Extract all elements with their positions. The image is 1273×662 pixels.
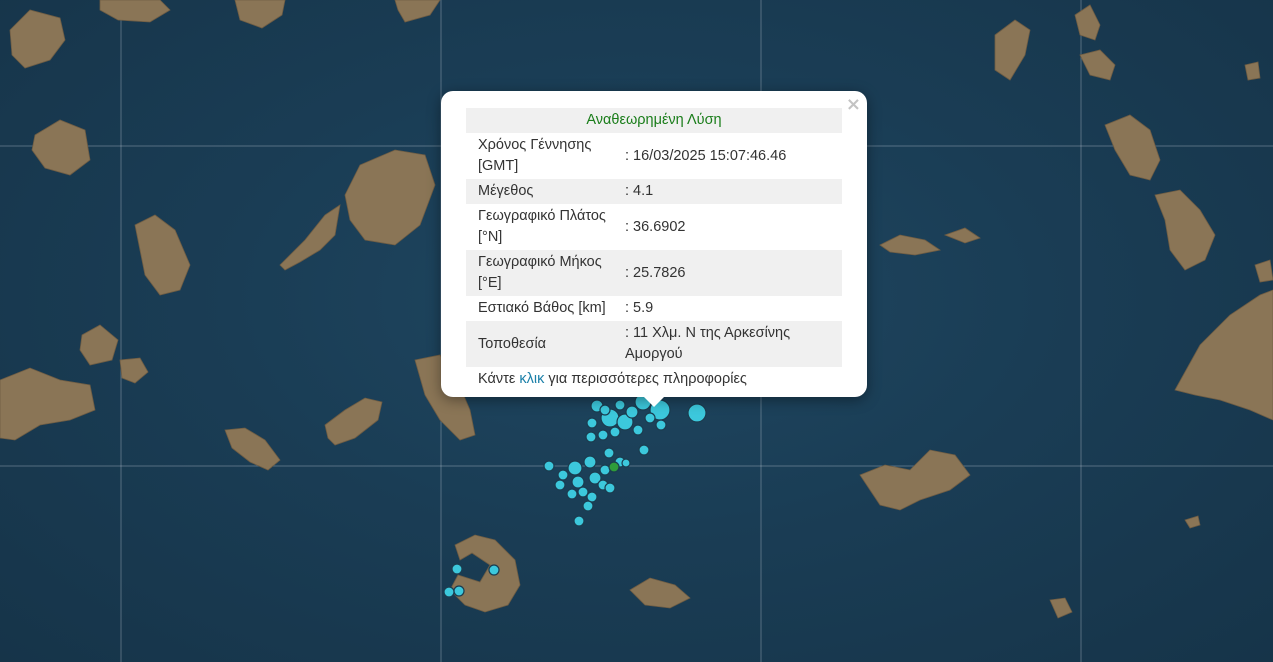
info-row-magnitude: Μέγεθος : 4.1 — [466, 179, 842, 204]
island — [31, 119, 91, 176]
earthquake-marker[interactable] — [599, 404, 611, 416]
earthquake-marker[interactable] — [554, 479, 566, 491]
earthquake-marker[interactable] — [655, 419, 667, 431]
earthquake-marker[interactable] — [557, 469, 569, 481]
island — [79, 324, 119, 366]
earthquake-marker[interactable] — [443, 586, 455, 598]
earthquake-marker[interactable] — [603, 447, 615, 459]
info-row-depth: Εστιακό Βάθος [km] : 5.9 — [466, 296, 842, 321]
island — [879, 234, 942, 256]
island — [1104, 114, 1161, 181]
earthquake-marker[interactable] — [583, 455, 597, 469]
row-value: : 25.7826 — [625, 250, 842, 296]
earthquake-marker[interactable] — [586, 417, 598, 429]
row-value: : 16/03/2025 15:07:46.46 — [625, 147, 787, 164]
earthquake-popup: × Αναθεωρημένη Λύση Χρόνος Γέννησης [GMT… — [441, 91, 867, 407]
earthquake-markers[interactable] — [443, 393, 707, 598]
island — [344, 149, 436, 246]
more-info-suffix: για περισσότερες πληροφορίες — [544, 371, 747, 387]
popup-tip — [643, 396, 665, 407]
island — [9, 9, 66, 69]
info-row-latitude: Γεωγραφικό Πλάτος [°N] : 36.6902 — [466, 204, 842, 250]
row-label: Χρόνος Γέννησης [GMT] — [478, 137, 592, 174]
earthquake-marker[interactable] — [543, 460, 555, 472]
island — [1184, 515, 1201, 529]
row-value: : 11 Χλμ. Ν της Αρκεσίνης Αμοργού — [625, 321, 842, 367]
island — [943, 227, 981, 244]
island — [1244, 61, 1261, 81]
island — [99, 0, 171, 23]
row-value: : 5.9 — [625, 300, 654, 316]
close-icon[interactable]: × — [846, 95, 861, 115]
row-label: Τοποθεσία — [466, 321, 625, 367]
island — [394, 0, 441, 23]
island — [224, 427, 281, 471]
selected-earthquake-marker[interactable] — [608, 461, 620, 473]
more-info-link[interactable]: κλικ — [519, 371, 544, 387]
island — [1074, 4, 1101, 41]
row-value: : 36.6902 — [625, 218, 686, 235]
info-row-location: Τοποθεσία : 11 Χλμ. Ν της Αρκεσίνης Αμορ… — [466, 321, 842, 367]
earthquake-marker[interactable] — [585, 431, 597, 443]
earthquake-marker[interactable] — [573, 515, 585, 527]
earthquake-marker[interactable] — [687, 403, 707, 423]
map-view[interactable]: × Αναθεωρημένη Λύση Χρόνος Γέννησης [GMT… — [0, 0, 1273, 662]
row-label: Μέγεθος — [466, 179, 625, 204]
earthquake-marker[interactable] — [453, 585, 465, 597]
island — [449, 534, 521, 613]
island — [629, 577, 691, 609]
island — [1049, 597, 1073, 619]
island — [1174, 289, 1273, 421]
island — [119, 357, 149, 384]
row-value: : 4.1 — [625, 179, 842, 204]
earthquake-marker[interactable] — [488, 564, 500, 576]
earthquake-marker[interactable] — [567, 460, 583, 476]
earthquake-marker[interactable] — [582, 500, 594, 512]
earthquake-marker[interactable] — [571, 475, 585, 489]
earthquake-marker[interactable] — [577, 486, 589, 498]
more-info-prefix: Κάντε — [478, 371, 520, 387]
info-row-longitude: Γεωγραφικό Μήκος [°E] : 25.7826 — [466, 250, 842, 296]
earthquake-marker[interactable] — [566, 488, 578, 500]
more-info-text: Κάντε κλικ για περισσότερες πληροφορίες — [466, 367, 842, 392]
earthquake-marker[interactable] — [614, 399, 626, 411]
island — [994, 19, 1031, 81]
earthquake-marker[interactable] — [609, 426, 621, 438]
row-label: Γεωγραφικό Πλάτος [°N] — [478, 208, 606, 245]
earthquake-marker[interactable] — [625, 405, 639, 419]
earthquake-marker[interactable] — [451, 563, 463, 575]
earthquake-marker[interactable] — [638, 444, 650, 456]
info-row-origin-time: Χρόνος Γέννησης [GMT] : 16/03/2025 15:07… — [466, 133, 842, 179]
earthquake-marker[interactable] — [621, 458, 631, 468]
island — [859, 449, 971, 511]
earthquake-marker[interactable] — [632, 424, 644, 436]
earthquake-marker[interactable] — [644, 412, 656, 424]
row-label: Εστιακό Βάθος [km] — [478, 300, 606, 316]
island — [0, 367, 96, 441]
more-info-row: Κάντε κλικ για περισσότερες πληροφορίες — [466, 367, 842, 392]
island — [1079, 49, 1116, 81]
island — [324, 397, 383, 446]
popup-title: Αναθεωρημένη Λύση — [466, 108, 842, 133]
earthquake-marker[interactable] — [597, 429, 609, 441]
island — [1154, 189, 1216, 271]
row-label: Γεωγραφικό Μήκος [°E] — [466, 250, 625, 296]
earthquake-info-table: Αναθεωρημένη Λύση Χρόνος Γέννησης [GMT] … — [466, 108, 842, 392]
island — [134, 214, 191, 296]
island — [1254, 259, 1273, 283]
island — [279, 204, 341, 271]
earthquake-marker[interactable] — [604, 482, 616, 494]
island — [234, 0, 286, 29]
